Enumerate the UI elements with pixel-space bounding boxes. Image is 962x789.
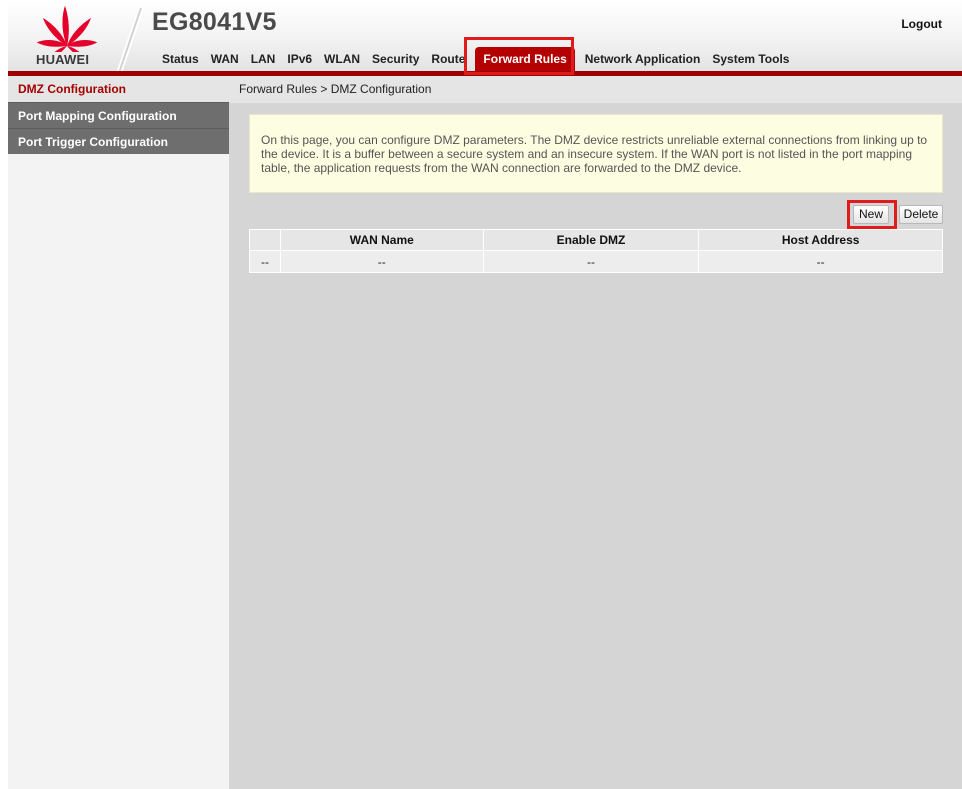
- huawei-flower-icon: [36, 6, 98, 62]
- sidebar: DMZ Configuration Port Mapping Configura…: [8, 76, 229, 789]
- sidebar-item-port-trigger-configuration[interactable]: Port Trigger Configuration: [8, 128, 229, 154]
- nav-status[interactable]: Status: [156, 47, 205, 71]
- sidebar-item-dmz-configuration[interactable]: DMZ Configuration: [8, 76, 229, 102]
- delete-button[interactable]: Delete: [899, 205, 943, 224]
- logo-text: HUAWEI: [36, 52, 90, 67]
- nav-system-tools[interactable]: System Tools: [706, 47, 795, 71]
- table-cell-enable-dmz: --: [482, 250, 700, 273]
- huawei-logo: HUAWEI: [8, 0, 128, 73]
- table-cell-select: --: [249, 250, 281, 273]
- new-button[interactable]: New: [853, 205, 889, 224]
- nav-lan[interactable]: LAN: [245, 47, 282, 71]
- product-name: EG8041V5: [152, 8, 277, 36]
- nav-security[interactable]: Security: [366, 47, 425, 71]
- router-admin-page: HUAWEI EG8041V5 Logout Status WAN LAN IP…: [8, 0, 962, 789]
- main-nav: Status WAN LAN IPv6 WLAN Security Route …: [156, 47, 795, 71]
- main-content: Forward Rules > DMZ Configuration On thi…: [229, 76, 962, 789]
- nav-wlan[interactable]: WLAN: [318, 47, 366, 71]
- column-header-host-address: Host Address: [698, 229, 943, 251]
- column-header-enable-dmz: Enable DMZ: [482, 229, 700, 251]
- column-header-select: [249, 229, 281, 251]
- nav-route[interactable]: Route: [425, 47, 471, 71]
- nav-wan[interactable]: WAN: [205, 47, 245, 71]
- info-description: On this page, you can configure DMZ para…: [249, 114, 943, 193]
- table-row[interactable]: -- -- -- --: [249, 250, 943, 273]
- nav-network-application[interactable]: Network Application: [579, 47, 707, 71]
- dmz-table: WAN Name Enable DMZ Host Address -- -- -…: [249, 229, 943, 273]
- table-cell-wan-name: --: [279, 250, 484, 273]
- breadcrumb: Forward Rules > DMZ Configuration: [229, 76, 962, 103]
- nav-forward-rules[interactable]: Forward Rules: [475, 47, 575, 71]
- header-divider: [116, 8, 144, 73]
- header: HUAWEI EG8041V5 Logout Status WAN LAN IP…: [8, 0, 962, 76]
- sidebar-item-port-mapping-configuration[interactable]: Port Mapping Configuration: [8, 102, 229, 128]
- column-header-wan-name: WAN Name: [279, 229, 484, 251]
- table-cell-host-address: --: [698, 250, 943, 273]
- logout-link[interactable]: Logout: [901, 17, 942, 31]
- nav-ipv6[interactable]: IPv6: [281, 47, 318, 71]
- table-header-row: WAN Name Enable DMZ Host Address: [249, 229, 943, 251]
